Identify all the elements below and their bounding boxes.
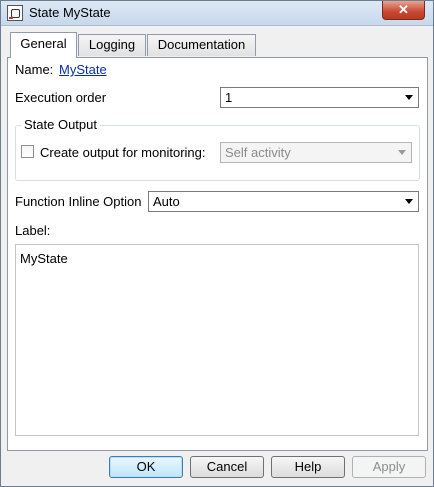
function-inline-value: Auto xyxy=(153,194,180,209)
execution-order-select[interactable]: 1 xyxy=(220,87,419,108)
window-title: State MyState xyxy=(29,5,111,20)
tab-logging[interactable]: Logging xyxy=(78,34,146,56)
monitoring-select: Self activity xyxy=(220,142,412,163)
apply-button: Apply xyxy=(352,456,426,478)
close-button[interactable]: ✕ xyxy=(382,1,425,20)
execution-order-label: Execution order xyxy=(15,90,107,105)
name-link[interactable]: MyState xyxy=(59,62,107,77)
create-output-checkbox[interactable] xyxy=(21,145,34,158)
tab-documentation[interactable]: Documentation xyxy=(147,34,256,56)
title-bar[interactable]: State MyState ✕ xyxy=(1,1,433,26)
ok-button[interactable]: OK xyxy=(109,456,183,478)
create-output-label: Create output for monitoring: xyxy=(40,145,206,160)
chevron-down-icon xyxy=(405,95,413,100)
monitoring-value: Self activity xyxy=(225,145,291,160)
label-label: Label: xyxy=(15,223,51,238)
stateflow-app-icon xyxy=(7,5,23,21)
label-text: MyState xyxy=(20,251,68,266)
help-button[interactable]: Help xyxy=(271,456,345,478)
execution-order-value: 1 xyxy=(225,90,233,105)
state-output-group-title: State Output xyxy=(21,117,100,132)
dialog-window: State MyState ✕ General Logging Document… xyxy=(0,0,434,487)
tab-general[interactable]: General xyxy=(10,32,77,58)
chevron-down-icon xyxy=(405,199,413,204)
chevron-down-icon xyxy=(398,150,406,155)
function-inline-select[interactable]: Auto xyxy=(148,191,419,212)
cancel-button[interactable]: Cancel xyxy=(190,456,264,478)
function-inline-label: Function Inline Option xyxy=(15,194,142,209)
name-label: Name: xyxy=(15,62,54,77)
label-textarea[interactable]: MyState xyxy=(15,244,419,436)
